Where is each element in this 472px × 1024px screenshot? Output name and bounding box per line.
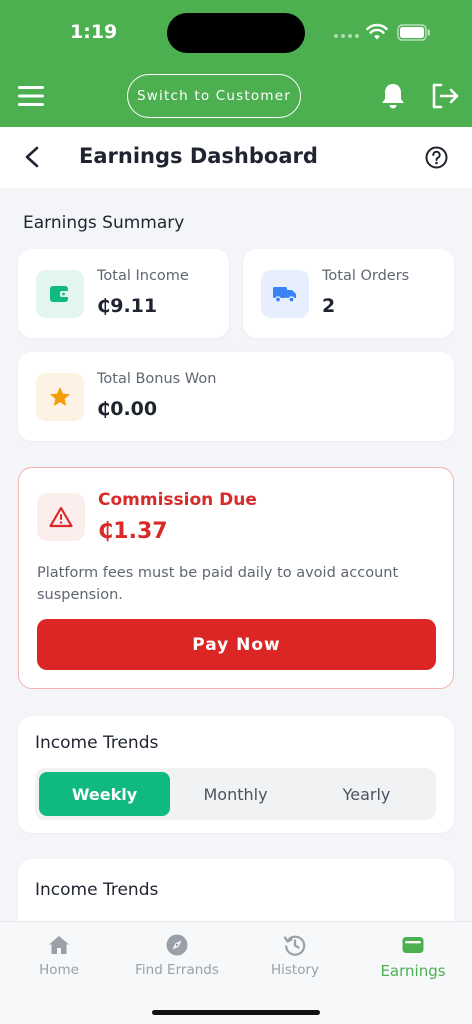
- tab-monthly[interactable]: Monthly: [170, 772, 301, 816]
- commission-title: Commission Due: [98, 490, 257, 510]
- page-title: Earnings Dashboard: [79, 144, 318, 168]
- app-header: 1:19 Switch to Customer: [0, 0, 472, 127]
- commission-note: Platform fees must be paid daily to avoi…: [37, 565, 399, 603]
- back-chevron-icon[interactable]: [22, 145, 42, 169]
- pay-now-button[interactable]: Pay Now: [37, 619, 436, 670]
- tab-home-label: Home: [39, 962, 79, 978]
- tab-earnings-label: Earnings: [380, 962, 446, 980]
- bell-icon[interactable]: [380, 82, 406, 110]
- tab-home[interactable]: Home: [0, 922, 118, 992]
- total-bonus-label: Total Bonus Won: [97, 371, 217, 387]
- total-bonus-value: ₵0.00: [97, 398, 158, 420]
- warning-icon: [37, 493, 85, 541]
- tab-find-errands[interactable]: Find Errands: [118, 922, 236, 992]
- signal-icon: [334, 34, 359, 38]
- tab-find-errands-label: Find Errands: [135, 962, 219, 978]
- compass-icon: [166, 934, 188, 956]
- tab-yearly[interactable]: Yearly: [301, 772, 432, 816]
- title-bar: Earnings Dashboard: [0, 127, 472, 188]
- wallet-icon: [36, 270, 84, 318]
- switch-to-customer-button[interactable]: Switch to Customer: [127, 74, 301, 118]
- wallet-icon: [402, 937, 424, 953]
- total-income-value: ₵9.11: [97, 295, 158, 317]
- income-trends-card: Income Trends Weekly Monthly Yearly: [18, 716, 454, 833]
- home-indicator: [152, 1010, 320, 1015]
- total-bonus-card: Total Bonus Won ₵0.00: [18, 352, 454, 441]
- earnings-summary-heading: Earnings Summary: [23, 213, 185, 233]
- total-orders-card: Total Orders 2: [243, 249, 454, 338]
- income-trends-title: Income Trends: [35, 733, 159, 753]
- star-icon: [36, 373, 84, 421]
- status-time: 1:19: [70, 21, 118, 43]
- total-income-label: Total Income: [97, 268, 189, 284]
- tab-history-label: History: [270, 962, 320, 978]
- tab-earnings[interactable]: Earnings: [354, 922, 472, 992]
- tab-history[interactable]: History: [236, 922, 354, 992]
- dynamic-island: [167, 13, 305, 53]
- history-icon: [283, 935, 306, 956]
- commission-value: ₵1.37: [98, 519, 168, 544]
- truck-icon: [261, 270, 309, 318]
- period-selector: Weekly Monthly Yearly: [35, 768, 436, 820]
- commission-due-card: Commission Due ₵1.37 Platform fees must …: [18, 467, 454, 689]
- bottom-tab-bar: Home Find Errands History Earnings: [0, 921, 472, 1024]
- total-orders-label: Total Orders: [322, 268, 410, 284]
- total-orders-value: 2: [322, 295, 336, 317]
- help-icon[interactable]: [425, 146, 448, 169]
- battery-icon: [397, 24, 430, 41]
- tab-weekly[interactable]: Weekly: [39, 772, 170, 816]
- logout-icon[interactable]: [430, 82, 460, 110]
- chart-title: Income Trends: [35, 880, 159, 900]
- wifi-icon: [366, 23, 388, 40]
- menu-icon[interactable]: [18, 85, 44, 107]
- home-icon: [49, 936, 69, 954]
- total-income-card: Total Income ₵9.11: [18, 249, 229, 338]
